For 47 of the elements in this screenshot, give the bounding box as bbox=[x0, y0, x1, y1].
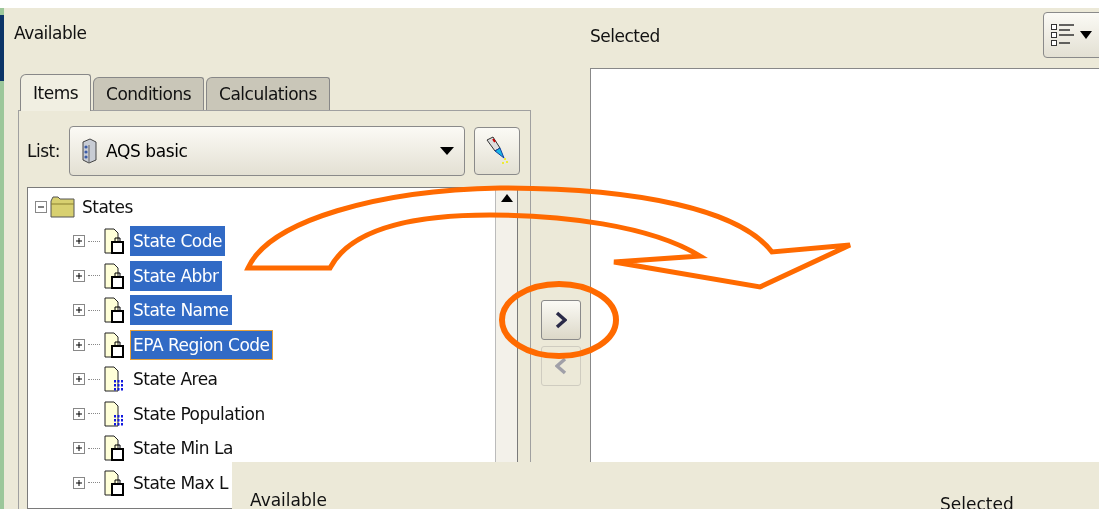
item-icon bbox=[103, 468, 125, 497]
collapse-icon[interactable] bbox=[35, 201, 47, 213]
list-dropdown[interactable]: AQS basic bbox=[69, 126, 465, 176]
measure-icon bbox=[103, 365, 125, 394]
expand-icon[interactable] bbox=[73, 442, 85, 455]
tab[interactable]: Calculations bbox=[206, 77, 330, 110]
expand-icon[interactable] bbox=[73, 338, 85, 351]
chevron-left-icon bbox=[554, 357, 567, 375]
scroll-up-icon[interactable] bbox=[500, 194, 513, 202]
available-label: Available bbox=[14, 22, 88, 45]
expand-icon[interactable] bbox=[73, 269, 85, 282]
caret-icon bbox=[1080, 31, 1092, 39]
tree-item[interactable]: States bbox=[82, 197, 133, 217]
expand-icon[interactable] bbox=[73, 407, 85, 420]
tree-item[interactable]: State Population bbox=[130, 398, 268, 429]
selected-label: Selected bbox=[590, 25, 660, 48]
measure-icon bbox=[103, 399, 125, 428]
tab[interactable]: Conditions bbox=[93, 77, 205, 110]
expand-icon[interactable] bbox=[73, 476, 85, 489]
database-icon bbox=[80, 138, 98, 164]
item-icon bbox=[103, 261, 125, 290]
chevron-right-icon bbox=[554, 311, 567, 329]
tree-item[interactable]: EPA Region Code bbox=[130, 329, 273, 360]
tab[interactable]: Items bbox=[20, 74, 92, 111]
tree-item[interactable]: State Abbr bbox=[130, 260, 222, 291]
tree-item[interactable]: State Min La bbox=[130, 433, 236, 464]
expand-icon[interactable] bbox=[73, 373, 85, 386]
folder-icon bbox=[50, 196, 76, 218]
item-icon bbox=[103, 434, 125, 463]
accent-bar bbox=[0, 15, 4, 81]
view-menu-button[interactable] bbox=[1043, 12, 1099, 58]
item-icon bbox=[103, 330, 125, 359]
tree-item[interactable]: State Code bbox=[130, 226, 225, 257]
list-view-icon bbox=[1050, 22, 1076, 48]
item-icon bbox=[103, 227, 125, 256]
list-label: List: bbox=[27, 141, 61, 161]
expand-icon[interactable] bbox=[73, 235, 85, 248]
find-button[interactable] bbox=[474, 127, 520, 175]
item-icon bbox=[103, 296, 125, 325]
tree-item[interactable]: State Max L bbox=[130, 467, 231, 498]
add-button[interactable] bbox=[540, 300, 581, 340]
available-label: Available bbox=[250, 490, 327, 509]
caret-icon bbox=[440, 147, 454, 155]
expand-icon[interactable] bbox=[73, 304, 85, 317]
tree-item[interactable]: State Area bbox=[130, 364, 221, 395]
flashlight-icon bbox=[484, 136, 510, 166]
tree-item[interactable]: State Name bbox=[130, 295, 232, 326]
